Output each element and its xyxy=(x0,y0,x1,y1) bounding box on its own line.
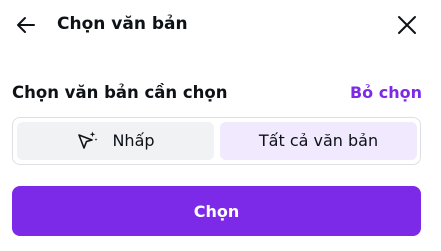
magic-cursor-icon xyxy=(78,131,98,149)
close-button[interactable] xyxy=(394,12,420,38)
mode-all-text-option[interactable]: Tất cả văn bản xyxy=(220,122,417,160)
panel-title: Chọn văn bản xyxy=(57,14,188,34)
mode-click-label: Nhấp xyxy=(112,131,155,150)
mode-all-text-label: Tất cả văn bản xyxy=(258,131,379,150)
arrow-left-icon xyxy=(17,17,35,33)
select-button[interactable]: Chọn xyxy=(12,186,421,236)
selection-label: Chọn văn bản cần chọn xyxy=(12,83,228,102)
panel-header: Chọn văn bản xyxy=(0,0,441,52)
close-icon xyxy=(398,16,416,34)
selection-mode-switch: Nhấp Tất cả văn bản xyxy=(12,117,421,165)
deselect-link[interactable]: Bỏ chọn xyxy=(350,82,422,104)
back-button[interactable] xyxy=(13,12,39,38)
mode-click-option[interactable]: Nhấp xyxy=(17,122,214,160)
